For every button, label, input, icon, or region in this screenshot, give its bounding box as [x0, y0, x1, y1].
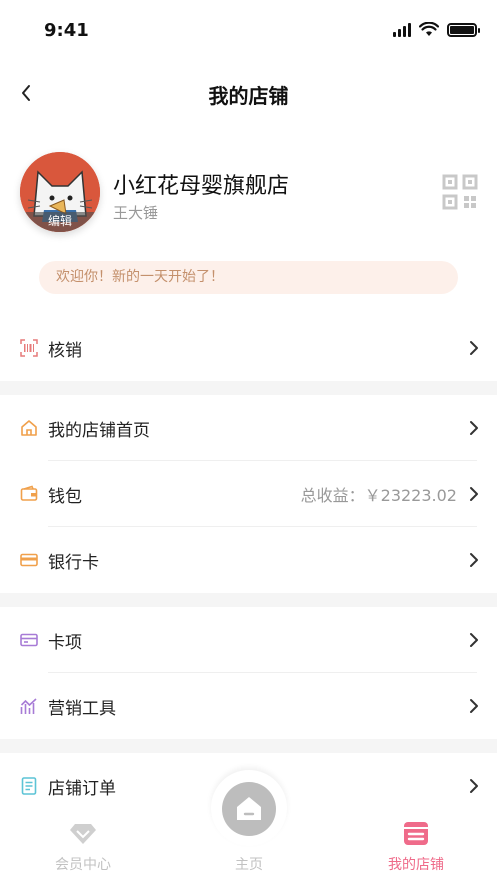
avatar[interactable]: 编辑	[20, 152, 100, 232]
avatar-edit-label[interactable]: 编辑	[20, 212, 100, 232]
page-title: 我的店铺	[208, 84, 289, 108]
shop-profile: 编辑 小红花母婴旗舰店 王大锤	[0, 140, 497, 240]
welcome-banner: 欢迎你！新的一天开始了！	[39, 261, 458, 294]
chevron-right-icon	[467, 696, 481, 716]
signal-icon	[393, 22, 411, 37]
menu-item-label: 营销工具	[48, 698, 116, 719]
tab-my-store[interactable]: 我的店铺	[346, 810, 486, 883]
section-divider	[0, 593, 497, 607]
chevron-right-icon	[467, 338, 481, 358]
chart-icon	[20, 697, 38, 715]
owner-name: 王大锤	[113, 204, 159, 222]
status-bar: 9:41	[0, 0, 497, 60]
tab-member-center[interactable]: 会员中心	[13, 810, 153, 883]
status-time: 9:41	[44, 20, 89, 41]
qr-code-icon	[442, 174, 478, 210]
wallet-icon	[20, 485, 38, 503]
home-button[interactable]	[222, 782, 276, 836]
chevron-right-icon	[467, 776, 481, 796]
menu-item-marketing[interactable]: 营销工具	[0, 673, 497, 739]
menu-item-label: 银行卡	[48, 552, 99, 573]
menu-item-label: 我的店铺首页	[48, 420, 150, 441]
qr-code-button[interactable]	[442, 174, 478, 210]
menu-item-label: 卡项	[48, 632, 82, 653]
house-icon	[20, 419, 38, 437]
menu-item-card-items[interactable]: 卡项	[0, 607, 497, 673]
card-icon	[20, 631, 38, 649]
tab-label: 会员中心	[55, 857, 111, 873]
menu-item-label: 钱包	[48, 486, 82, 507]
nav-bar: 我的店铺	[0, 68, 497, 120]
battery-icon	[447, 22, 480, 37]
tab-label: 主页	[235, 857, 263, 873]
chevron-right-icon	[467, 484, 481, 504]
menu-item-verify[interactable]: 核销	[0, 315, 497, 381]
shop-name: 小红花母婴旗舰店	[113, 174, 290, 199]
document-icon	[20, 777, 38, 795]
chevron-right-icon	[467, 550, 481, 570]
scan-barcode-icon	[20, 339, 38, 357]
diamond-icon	[70, 824, 96, 844]
bank-card-icon	[20, 551, 38, 569]
section-divider	[0, 381, 497, 395]
section-divider	[0, 739, 497, 753]
total-earnings: 总收益：￥23223.02	[300, 486, 457, 505]
store-icon	[404, 822, 428, 845]
wifi-icon	[419, 22, 439, 36]
status-icons	[393, 22, 480, 37]
home-icon	[237, 797, 261, 820]
menu-item-store-home[interactable]: 我的店铺首页	[0, 395, 497, 461]
menu-item-label: 店铺订单	[48, 778, 116, 799]
chevron-right-icon	[467, 418, 481, 438]
menu-item-bank-card[interactable]: 银行卡	[0, 527, 497, 593]
menu-item-label: 核销	[48, 340, 82, 361]
tab-label: 我的店铺	[388, 857, 444, 873]
chevron-right-icon	[467, 630, 481, 650]
menu-item-wallet[interactable]: 钱包 总收益：￥23223.02	[0, 461, 497, 527]
